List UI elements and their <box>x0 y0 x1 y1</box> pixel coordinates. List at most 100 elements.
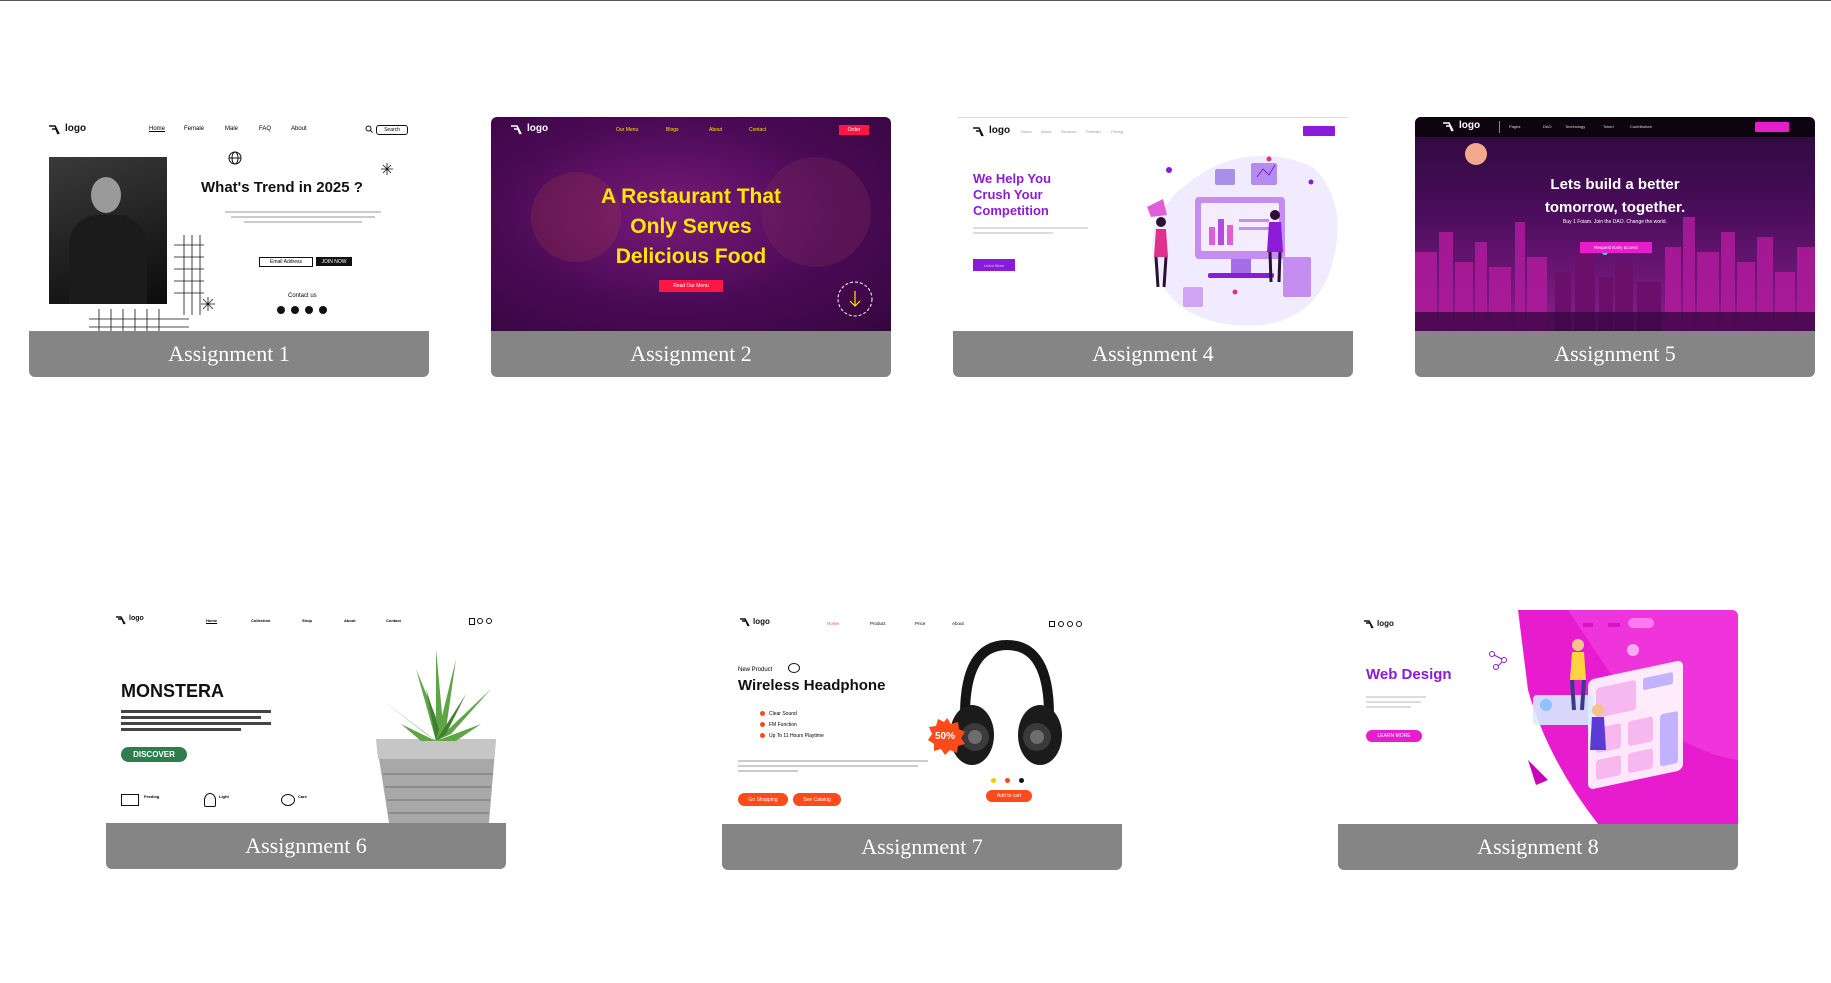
eyebrow-text: New Product <box>738 667 773 673</box>
assignment-6-caption[interactable]: Assignment 6 <box>106 823 506 869</box>
hero-headline-line-3: Delicious Food <box>615 245 767 268</box>
assignment-card-4[interactable]: logo Home About Services Portfolio Prici… <box>953 117 1353 377</box>
assignment-card-1[interactable]: logo Home Female Male FAQ About Search W… <box>29 117 429 377</box>
color-dot-orange[interactable] <box>1005 778 1010 783</box>
hero-paragraph-line <box>738 760 928 762</box>
user-icon[interactable] <box>1076 621 1082 627</box>
nav-cta-button[interactable] <box>1755 122 1789 132</box>
nav-about[interactable]: About <box>709 127 722 133</box>
nav-about[interactable]: About <box>344 618 356 623</box>
color-dot-yellow[interactable] <box>991 778 996 783</box>
discover-button[interactable]: DISCOVER <box>121 747 187 762</box>
hero-headline: A Restaurant That Only Serves Delicious … <box>491 182 891 272</box>
user-icon[interactable] <box>477 618 483 624</box>
nav-female[interactable]: Female <box>184 126 204 132</box>
city-skyline-illustration <box>1415 217 1815 331</box>
search-icon[interactable] <box>365 125 373 133</box>
logo-text: logo <box>989 125 1011 136</box>
succulent-pot-photo <box>376 649 496 823</box>
nav-price[interactable]: Price <box>915 621 925 626</box>
wishlist-icon[interactable] <box>1067 621 1073 627</box>
add-to-cart-button[interactable]: Add to cart <box>986 790 1032 802</box>
nav-token[interactable]: Token <box>1603 124 1614 129</box>
logo-text: logo <box>65 123 87 134</box>
hero-headline-line-1: A Restaurant That <box>600 185 782 208</box>
read-menu-button[interactable]: Read Our Menu <box>659 280 723 292</box>
lightbulb-icon <box>204 793 216 807</box>
learn-more-button[interactable]: LEARN MORE <box>1366 730 1422 742</box>
assignment-card-2[interactable]: logo Our Menu Blogs About Contact Order … <box>491 117 891 377</box>
nav-home[interactable]: Home <box>1021 129 1032 134</box>
sparkle-icon <box>381 163 393 175</box>
nav-product[interactable]: Product <box>870 621 886 626</box>
hero-paragraph-line <box>244 221 362 223</box>
nav-our-menu[interactable]: Our Menu <box>616 127 638 133</box>
email-field[interactable]: Email Address <box>259 257 313 267</box>
nav-collection[interactable]: Collection <box>251 618 270 623</box>
hero-headline: Lets build a better tomorrow, together. <box>1415 173 1815 219</box>
nav-about[interactable]: About <box>1041 129 1051 134</box>
scroll-down-badge-icon[interactable] <box>835 279 875 319</box>
hero-headline: Web Design <box>1366 666 1452 683</box>
twitter-icon[interactable] <box>305 306 313 314</box>
nav-services[interactable]: Services <box>1061 129 1076 134</box>
nav-home[interactable]: Home <box>827 621 839 626</box>
hero-paragraph-line <box>1366 706 1411 708</box>
join-now-button[interactable]: JOIN NOW <box>316 257 352 266</box>
assignment-card-7[interactable]: logo Home Product Price About New Produc… <box>722 610 1122 870</box>
search-icon[interactable] <box>486 618 492 624</box>
assignment-8-caption[interactable]: Assignment 8 <box>1338 824 1738 870</box>
hero-headline-line-2: Only Serves <box>630 215 752 238</box>
assignment-7-thumbnail: logo Home Product Price About New Produc… <box>722 610 1122 824</box>
nav-pricing[interactable]: Pricing <box>1111 129 1123 134</box>
assignment-1-caption[interactable]: Assignment 1 <box>29 331 429 377</box>
nav-technology[interactable]: Technology <box>1565 124 1585 129</box>
nav-male[interactable]: Male <box>225 126 238 132</box>
assignment-card-8[interactable]: logo Web Design LEARN MORE Assignment 8 <box>1338 610 1738 870</box>
nav-contributors[interactable]: Contributors <box>1630 124 1652 129</box>
discount-badge-value: 50% <box>935 731 956 742</box>
hero-paragraph-line <box>738 765 918 767</box>
assignment-card-5[interactable]: logo Pages DAO Technology Token Contribu… <box>1415 117 1815 377</box>
cart-icon[interactable] <box>469 618 475 625</box>
nav-cta-button[interactable] <box>1303 126 1335 136</box>
learn-more-button[interactable]: Learn More <box>973 259 1015 271</box>
search-icon[interactable] <box>1058 621 1064 627</box>
bullet-icon <box>760 711 765 716</box>
logo-icon <box>49 125 60 135</box>
facebook-icon[interactable] <box>277 306 285 314</box>
search-input[interactable]: Search <box>376 125 408 135</box>
nav-home[interactable]: Home <box>149 126 165 132</box>
hero-headline-line-1: Lets build a better <box>1550 176 1680 193</box>
feature-care: Care <box>298 794 307 799</box>
nav-dao[interactable]: DAO <box>1543 124 1552 129</box>
nav-home[interactable]: Home <box>206 618 217 623</box>
logo-icon <box>1364 620 1374 629</box>
nav-pages[interactable]: Pages <box>1509 124 1520 129</box>
contact-label: Contact us <box>288 293 317 299</box>
logo-icon <box>1443 122 1454 132</box>
instagram-icon[interactable] <box>319 306 327 314</box>
nav-contact[interactable]: Contact <box>386 618 401 623</box>
share-icon <box>1489 651 1507 670</box>
nav-contact[interactable]: Contact <box>749 127 766 133</box>
nav-portfolio[interactable]: Portfolio <box>1086 129 1101 134</box>
order-button[interactable]: Order <box>839 125 869 135</box>
assignment-card-6[interactable]: logo Home Collection Shop About Contact … <box>106 609 506 869</box>
color-dot-black[interactable] <box>1019 778 1024 783</box>
assignment-2-caption[interactable]: Assignment 2 <box>491 331 891 377</box>
nav-faq[interactable]: FAQ <box>259 126 271 132</box>
cart-icon[interactable] <box>1049 621 1055 627</box>
assignment-7-caption[interactable]: Assignment 7 <box>722 824 1122 870</box>
nav-shop[interactable]: Shop <box>302 618 312 623</box>
logo-text: logo <box>527 123 549 134</box>
request-access-button[interactable]: Request Early access <box>1580 242 1652 253</box>
see-catalog-button[interactable]: See Catalog <box>793 793 841 806</box>
assignment-4-caption[interactable]: Assignment 4 <box>953 331 1353 377</box>
go-shopping-button[interactable]: Go Shopping <box>738 793 788 806</box>
whatsapp-icon[interactable] <box>291 306 299 314</box>
nav-blogs[interactable]: Blogs <box>666 127 679 133</box>
nav-about[interactable]: About <box>952 621 964 626</box>
assignment-5-caption[interactable]: Assignment 5 <box>1415 331 1815 377</box>
nav-about[interactable]: About <box>291 126 307 132</box>
